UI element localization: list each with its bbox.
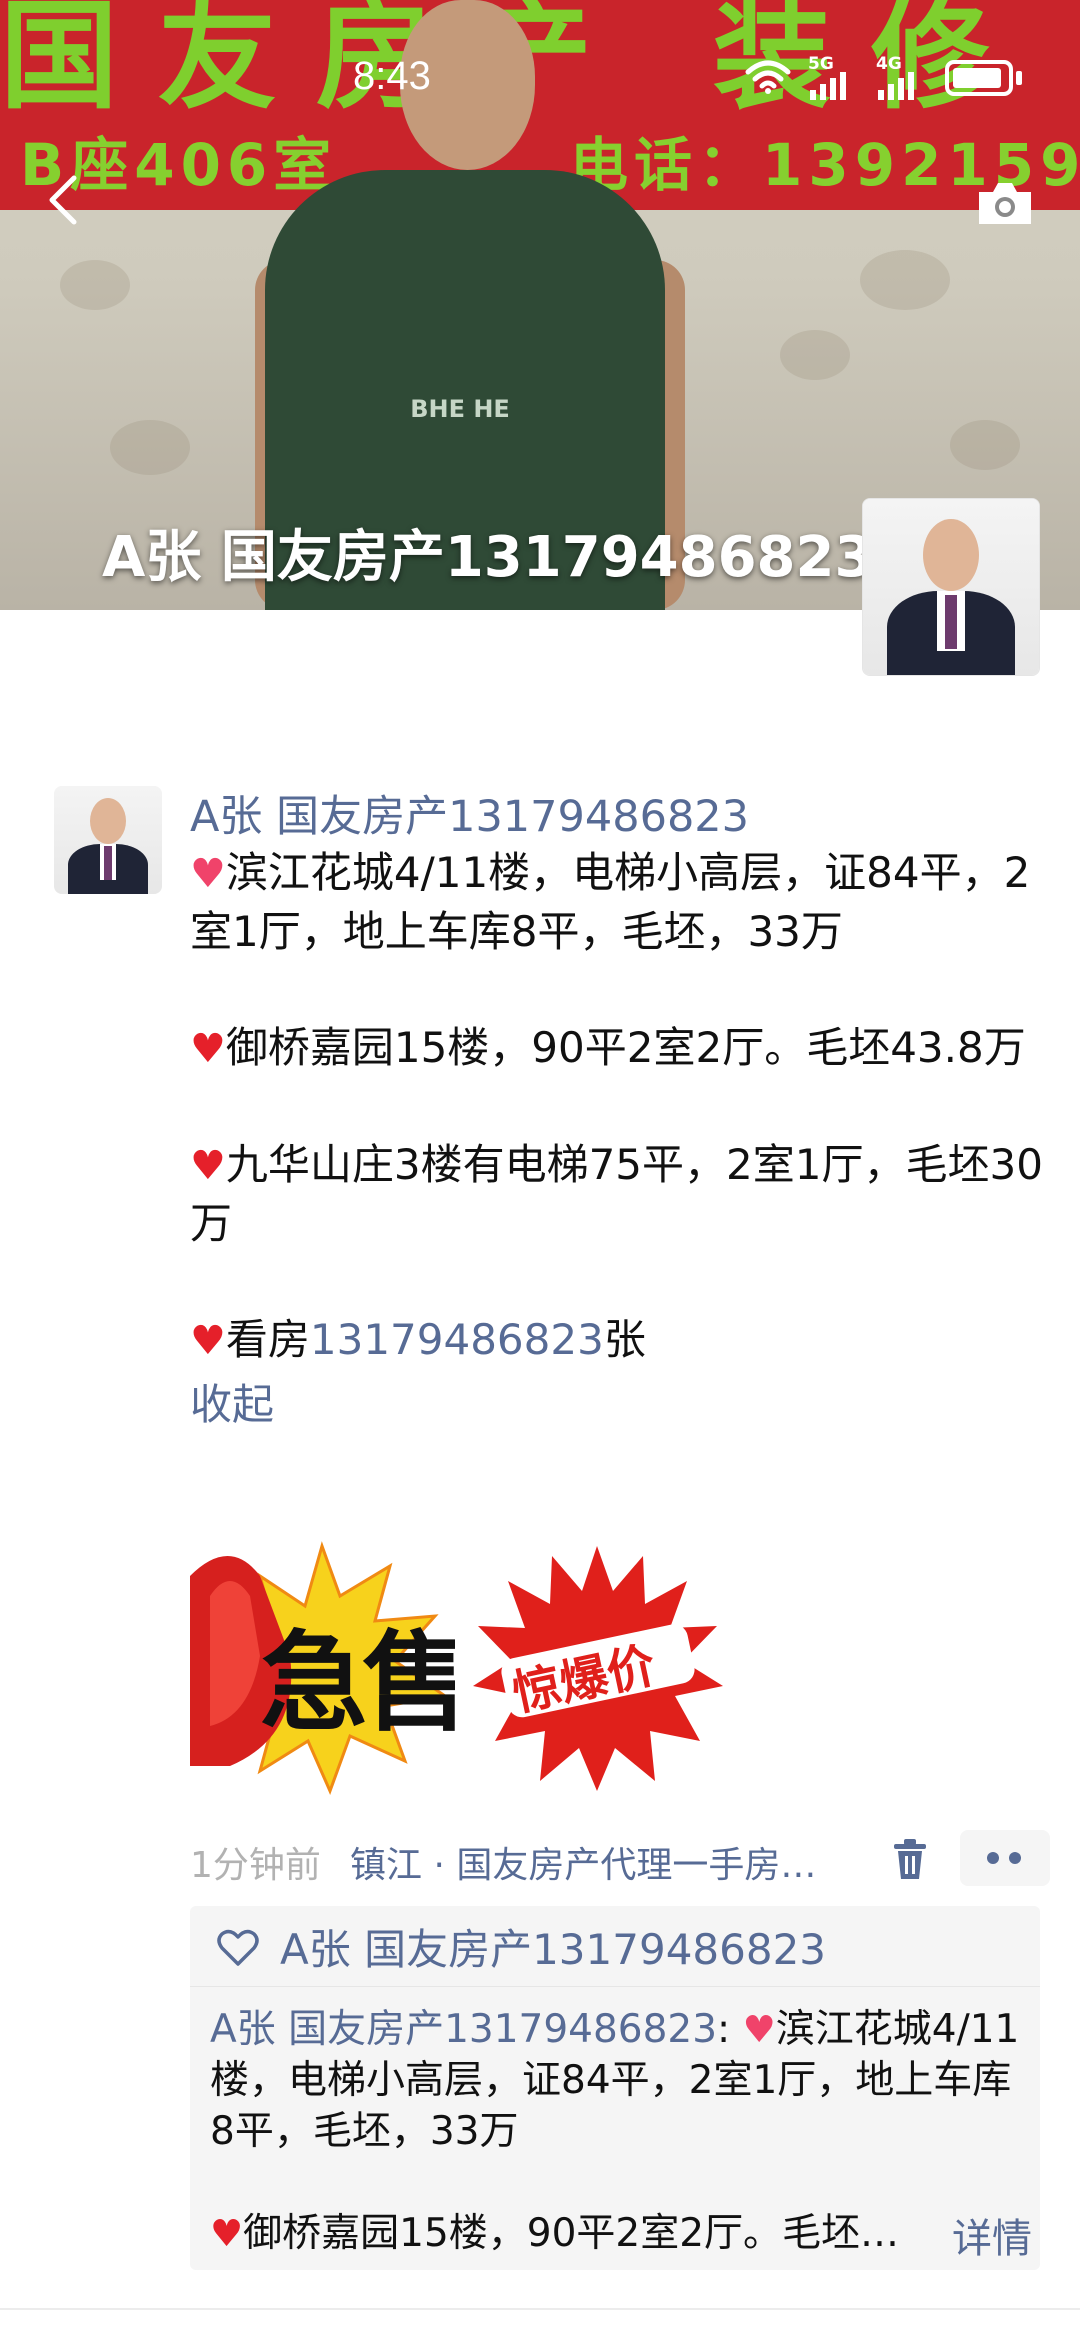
status-bar: 8:43 5G 4G: [0, 40, 1080, 110]
wall-pattern: [950, 420, 1020, 470]
back-icon[interactable]: [38, 170, 98, 230]
wall-pattern: [60, 260, 130, 310]
trash-icon[interactable]: [888, 1836, 932, 1882]
phone-link[interactable]: 13179486823: [310, 1315, 604, 1364]
liker-name[interactable]: A张 国友房产13179486823: [280, 1916, 826, 1977]
signal-icon: [810, 72, 846, 100]
likes-comments-panel: A张 国友房产13179486823 A张 国友房产13179486823: ♥…: [190, 1906, 1040, 2270]
post-line-3: 九华山庄3楼有电梯75平，2室1厅，毛坯30万: [190, 1140, 1043, 1248]
heart-emoji-icon: ♥: [190, 1143, 226, 1189]
dot-icon: [987, 1852, 999, 1864]
avatar-head: [923, 519, 979, 591]
profile-avatar[interactable]: [862, 498, 1040, 676]
more-actions-button[interactable]: [960, 1830, 1050, 1886]
heart-emoji-icon: ♥: [742, 2008, 776, 2051]
battery-cap: [1016, 71, 1022, 85]
avatar-tie: [104, 846, 112, 880]
comment-line-2: 御桥嘉园15楼，90平2室2厅。毛坯…: [243, 2211, 900, 2256]
post-image-amazing-price[interactable]: 惊爆价: [465, 1536, 730, 1800]
contact-prefix: 看房: [225, 1315, 310, 1364]
dot-icon: [1009, 1852, 1021, 1864]
wifi-icon: [745, 60, 791, 94]
heart-emoji-icon: ♥: [190, 1026, 226, 1072]
post-meta: 1分钟前 镇江 · 国友房产代理一手房…: [190, 1830, 1050, 1890]
battery-icon: [945, 60, 1013, 96]
heart-outline-icon: [217, 1929, 259, 1966]
detail-link[interactable]: 详情: [952, 2206, 1032, 2264]
post-body: ♥滨江花城4/11楼，电梯小高层，证84平，2室1厅，地上车库8平，毛坯，33万…: [190, 844, 1050, 1370]
avatar-head: [90, 798, 126, 844]
post-line-1: 滨江花城4/11楼，电梯小高层，证84平，2室1厅，地上车库8平，毛坯，33万: [190, 848, 1031, 956]
camera-icon[interactable]: [975, 178, 1035, 228]
likes-row: A张 国友房产13179486823: [190, 1906, 1040, 1987]
wall-pattern: [860, 250, 950, 310]
post-location[interactable]: 镇江 · 国友房产代理一手房…: [350, 1836, 816, 1888]
post-image-urgent-sale[interactable]: 急售: [190, 1536, 455, 1800]
comment-author[interactable]: A张 国友房产13179486823: [210, 2007, 717, 2052]
post-time: 1分钟前: [190, 1845, 321, 1886]
heart-emoji-icon: ♥: [190, 1318, 226, 1364]
post-images: 急售 惊爆价: [190, 1536, 730, 1800]
urgent-sale-text: 急售: [260, 1621, 455, 1746]
wall-pattern: [780, 330, 850, 380]
cover-title: A张 国友房产13179486823: [102, 525, 874, 590]
comment-item[interactable]: A张 国友房产13179486823: ♥滨江花城4/11楼，电梯小高层，证84…: [210, 2004, 1020, 2259]
divider: [0, 2308, 1080, 2310]
shirt-print: BHE HE: [410, 395, 510, 423]
contact-suffix: 张: [603, 1315, 646, 1364]
post-line-2: 御桥嘉园15楼，90平2室2厅。毛坯43.8万: [225, 1023, 1026, 1072]
collapse-link[interactable]: 收起: [190, 1376, 1050, 1434]
status-time: 8:43: [353, 54, 431, 98]
wall-pattern: [110, 420, 190, 475]
moment-post: A张 国友房产13179486823 ♥滨江花城4/11楼，电梯小高层，证84平…: [190, 786, 1050, 1434]
heart-emoji-icon: ♥: [190, 851, 226, 897]
comment-separator: :: [717, 2007, 743, 2052]
avatar-tie: [945, 595, 957, 649]
signal-icon: [878, 72, 914, 100]
heart-emoji-icon: ♥: [210, 2212, 244, 2255]
post-author-name[interactable]: A张 国友房产13179486823: [190, 786, 1050, 848]
post-author-avatar[interactable]: [54, 786, 162, 894]
